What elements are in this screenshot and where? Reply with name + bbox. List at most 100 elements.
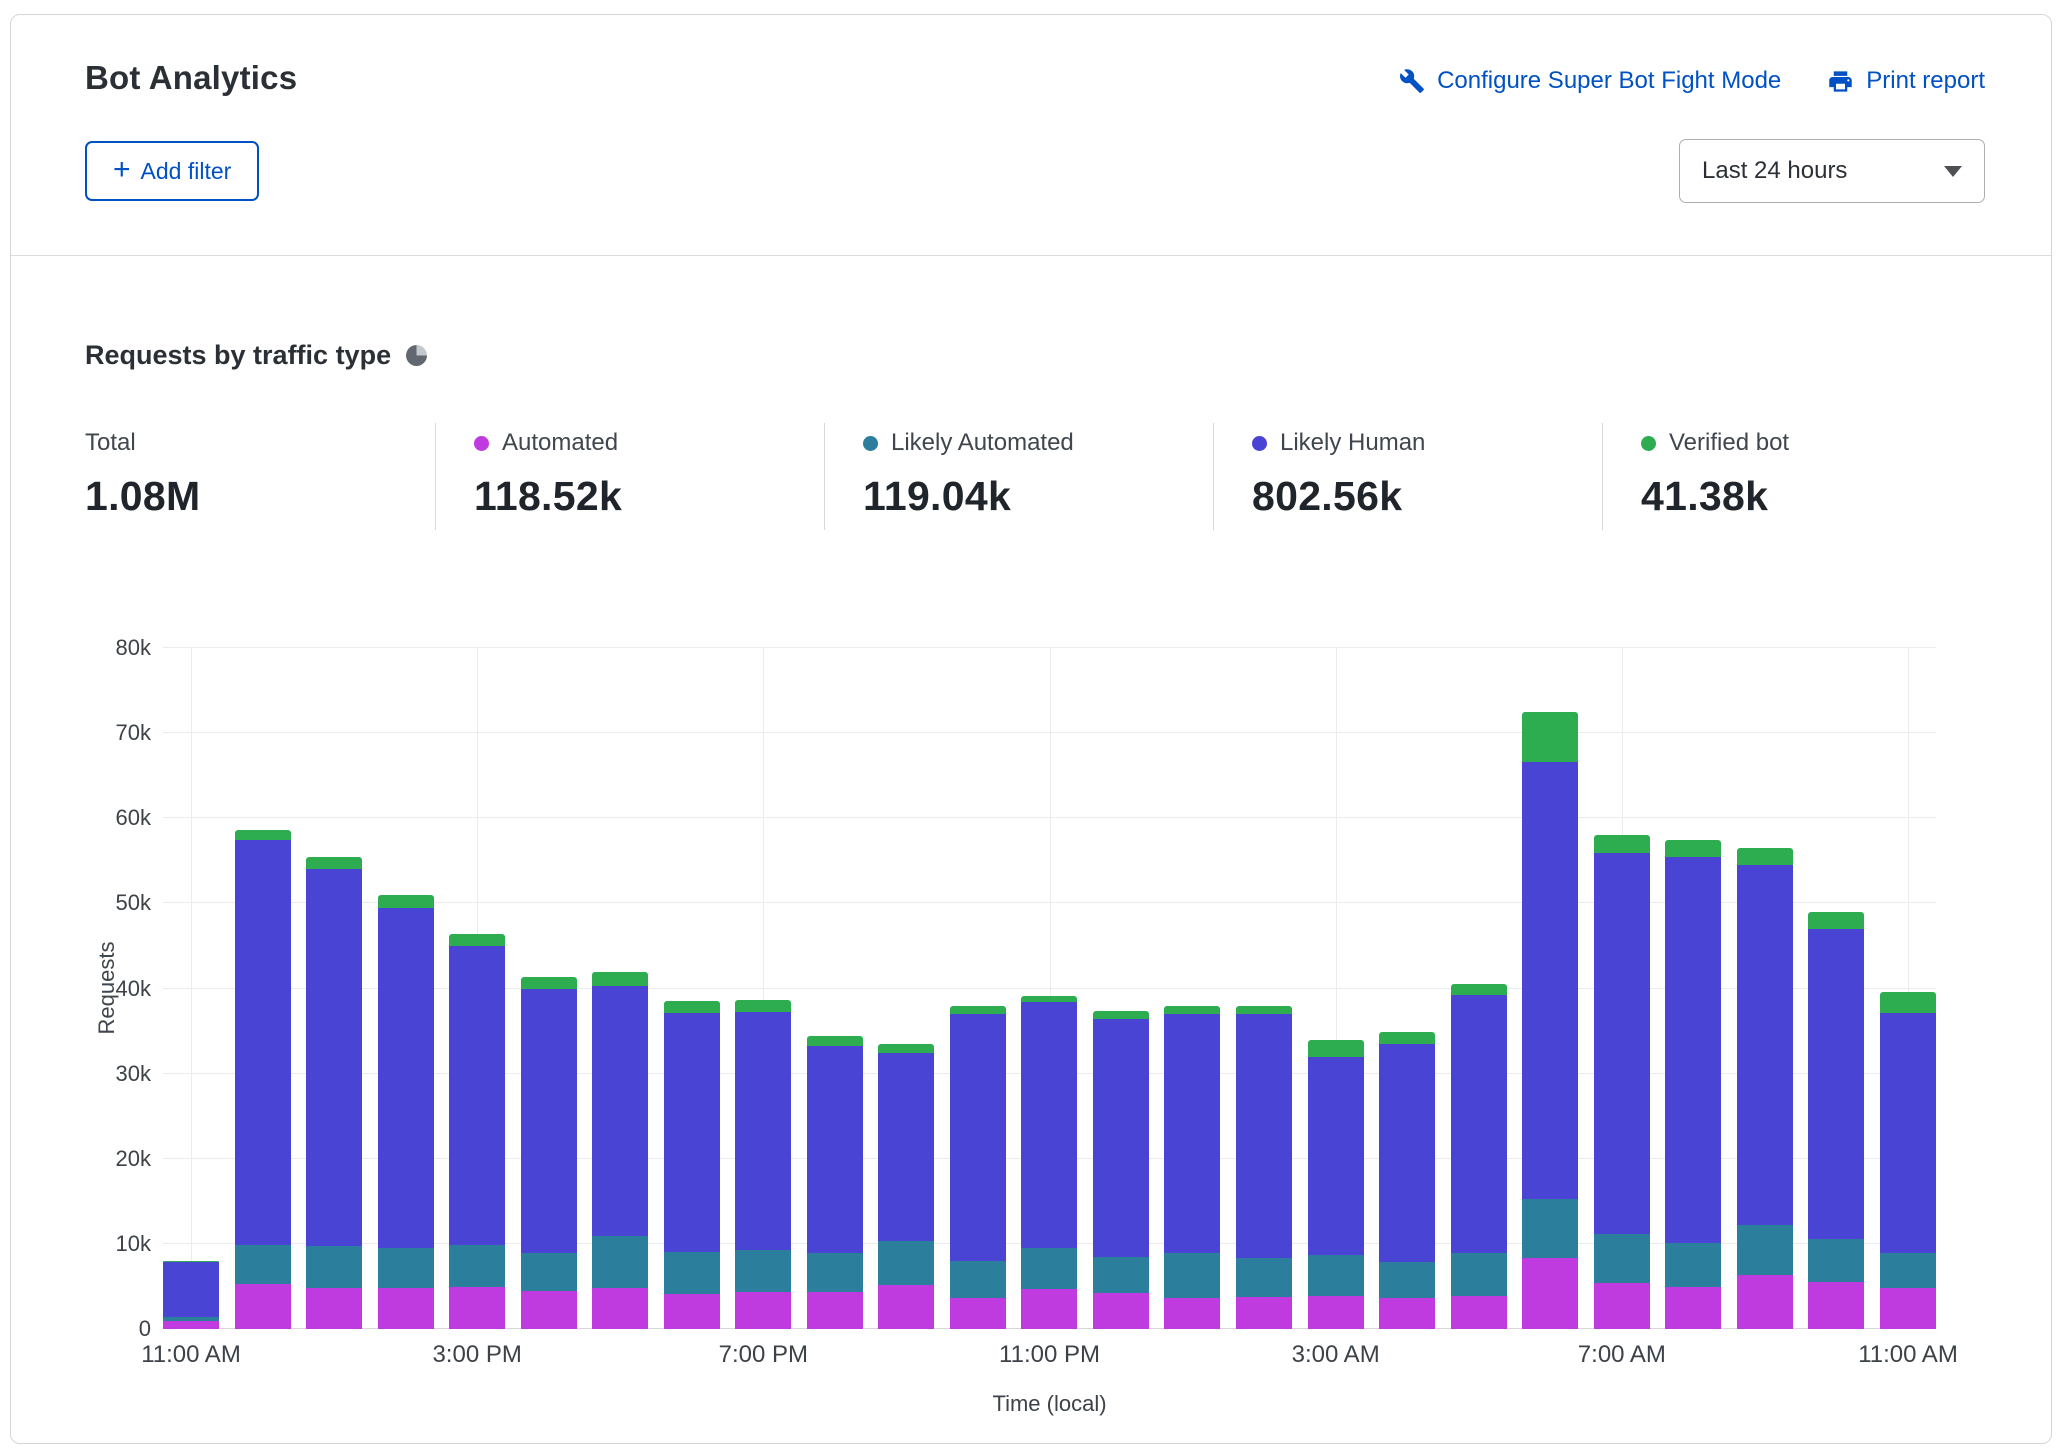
bar-segment-likely-automated	[1308, 1255, 1364, 1296]
print-report-link[interactable]: Print report	[1827, 67, 1985, 95]
stat-likely-automated: Likely Automated 119.04k	[824, 423, 1213, 530]
stat-value-automated: 118.52k	[474, 473, 824, 520]
print-link-label: Print report	[1866, 67, 1985, 95]
y-tick-label: 40k	[116, 976, 151, 1002]
bar-10-00-pm[interactable]	[950, 648, 1006, 1329]
bar-segment-likely-automated	[1164, 1253, 1220, 1298]
bar-segment-verified-bot	[1665, 840, 1721, 858]
bar-segment-likely-automated	[592, 1236, 648, 1288]
bar-segment-automated	[1880, 1288, 1936, 1329]
bar-segment-likely-human	[1665, 857, 1721, 1243]
bar-segment-automated	[950, 1298, 1006, 1329]
stat-value-verified-bot: 41.38k	[1641, 473, 1991, 520]
x-tick-label: 3:00 PM	[432, 1341, 521, 1369]
stat-value-likely-human: 802.56k	[1252, 473, 1602, 520]
bar-segment-verified-bot	[807, 1036, 863, 1045]
bar-segment-verified-bot	[378, 895, 434, 908]
stat-value-likely-automated: 119.04k	[863, 473, 1213, 520]
bar-segment-automated	[378, 1288, 434, 1329]
y-tick-label: 70k	[116, 720, 151, 746]
bar-segment-likely-human	[1093, 1019, 1149, 1256]
y-tick-label: 80k	[116, 635, 151, 661]
bar-segment-verified-bot	[449, 934, 505, 946]
bar-segment-likely-automated	[1451, 1253, 1507, 1296]
bar-segment-likely-human	[1021, 1002, 1077, 1248]
bar-segment-likely-human	[735, 1012, 791, 1250]
bar-segment-likely-human	[163, 1262, 219, 1317]
bar-1-00-am[interactable]	[1164, 648, 1220, 1329]
bar-10-00-am[interactable]	[1808, 648, 1864, 1329]
bar-6-00-am[interactable]	[1522, 648, 1578, 1329]
bot-analytics-card: Bot Analytics Configure Super Bot Fight …	[10, 14, 2052, 1444]
legend-dot-likely-human	[1252, 436, 1267, 451]
bar-segment-likely-human	[950, 1014, 1006, 1261]
add-filter-button[interactable]: + Add filter	[85, 141, 259, 201]
bar-segment-automated	[449, 1287, 505, 1329]
stat-label-likely-human: Likely Human	[1280, 429, 1425, 457]
stat-label-likely-automated: Likely Automated	[891, 429, 1074, 457]
bar-12-00-am[interactable]	[1093, 648, 1149, 1329]
stat-total: Total 1.08M	[85, 423, 435, 530]
bar-segment-likely-human	[1164, 1014, 1220, 1253]
bar-3-00-pm[interactable]	[449, 648, 505, 1329]
bar-segment-automated	[1236, 1297, 1292, 1329]
bar-segment-automated	[735, 1292, 791, 1329]
bar-segment-automated	[664, 1294, 720, 1329]
bar-11-00-am[interactable]	[163, 648, 219, 1329]
bar-segment-verified-bot	[1379, 1032, 1435, 1044]
bar-12-00-pm[interactable]	[235, 648, 291, 1329]
bar-7-00-am[interactable]	[1594, 648, 1650, 1329]
bar-4-00-am[interactable]	[1379, 648, 1435, 1329]
plus-icon: +	[113, 155, 131, 185]
time-range-select[interactable]: Last 24 hours	[1679, 139, 1985, 203]
bar-segment-likely-automated	[449, 1245, 505, 1288]
header-links: Configure Super Bot Fight Mode Print rep…	[1399, 59, 1985, 95]
header-divider	[11, 255, 2051, 256]
wrench-icon	[1399, 68, 1425, 94]
y-tick-label: 60k	[116, 805, 151, 831]
bar-segment-likely-human	[807, 1046, 863, 1254]
bar-segment-verified-bot	[521, 977, 577, 988]
bar-segment-automated	[235, 1284, 291, 1329]
bar-segment-automated	[163, 1321, 219, 1330]
stat-likely-human: Likely Human 802.56k	[1213, 423, 1602, 530]
x-tick-label: 3:00 AM	[1292, 1341, 1380, 1369]
bar-2-00-pm[interactable]	[378, 648, 434, 1329]
y-tick-label: 30k	[116, 1061, 151, 1087]
plot-area	[163, 648, 1936, 1329]
bar-11-00-pm[interactable]	[1021, 648, 1077, 1329]
bar-9-00-am[interactable]	[1737, 648, 1793, 1329]
bar-1-00-pm[interactable]	[306, 648, 362, 1329]
bar-segment-verified-bot	[306, 857, 362, 870]
traffic-stats-row: Total 1.08M Automated 118.52k Likely Aut…	[85, 423, 1991, 530]
bar-segment-likely-automated	[1021, 1248, 1077, 1289]
bar-segment-likely-human	[878, 1053, 934, 1241]
bar-segment-likely-automated	[664, 1252, 720, 1295]
bar-5-00-am[interactable]	[1451, 648, 1507, 1329]
bar-3-00-am[interactable]	[1308, 648, 1364, 1329]
bar-segment-likely-automated	[235, 1245, 291, 1284]
bar-11-00-am[interactable]	[1880, 648, 1936, 1329]
bar-8-00-am[interactable]	[1665, 648, 1721, 1329]
bar-segment-verified-bot	[1308, 1040, 1364, 1057]
bar-9-00-pm[interactable]	[878, 648, 934, 1329]
bar-segment-verified-bot	[878, 1044, 934, 1053]
bar-2-00-am[interactable]	[1236, 648, 1292, 1329]
configure-super-bot-fight-mode-link[interactable]: Configure Super Bot Fight Mode	[1399, 67, 1781, 95]
bar-8-00-pm[interactable]	[807, 648, 863, 1329]
bar-segment-likely-automated	[1665, 1243, 1721, 1287]
stat-label-total: Total	[85, 429, 136, 457]
bar-segment-likely-human	[521, 989, 577, 1254]
bar-segment-likely-human	[235, 840, 291, 1245]
bar-5-00-pm[interactable]	[592, 648, 648, 1329]
bar-segment-likely-human	[1880, 1013, 1936, 1253]
bar-6-00-pm[interactable]	[664, 648, 720, 1329]
bar-segment-likely-automated	[735, 1250, 791, 1292]
bar-segment-automated	[1164, 1298, 1220, 1329]
bar-segment-likely-automated	[1236, 1258, 1292, 1297]
bar-7-00-pm[interactable]	[735, 648, 791, 1329]
x-axis-labels: 11:00 AM3:00 PM7:00 PM11:00 PM3:00 AM7:0…	[163, 1341, 1936, 1375]
bar-4-00-pm[interactable]	[521, 648, 577, 1329]
bar-segment-likely-automated	[378, 1248, 434, 1288]
section-title: Requests by traffic type	[85, 340, 391, 371]
